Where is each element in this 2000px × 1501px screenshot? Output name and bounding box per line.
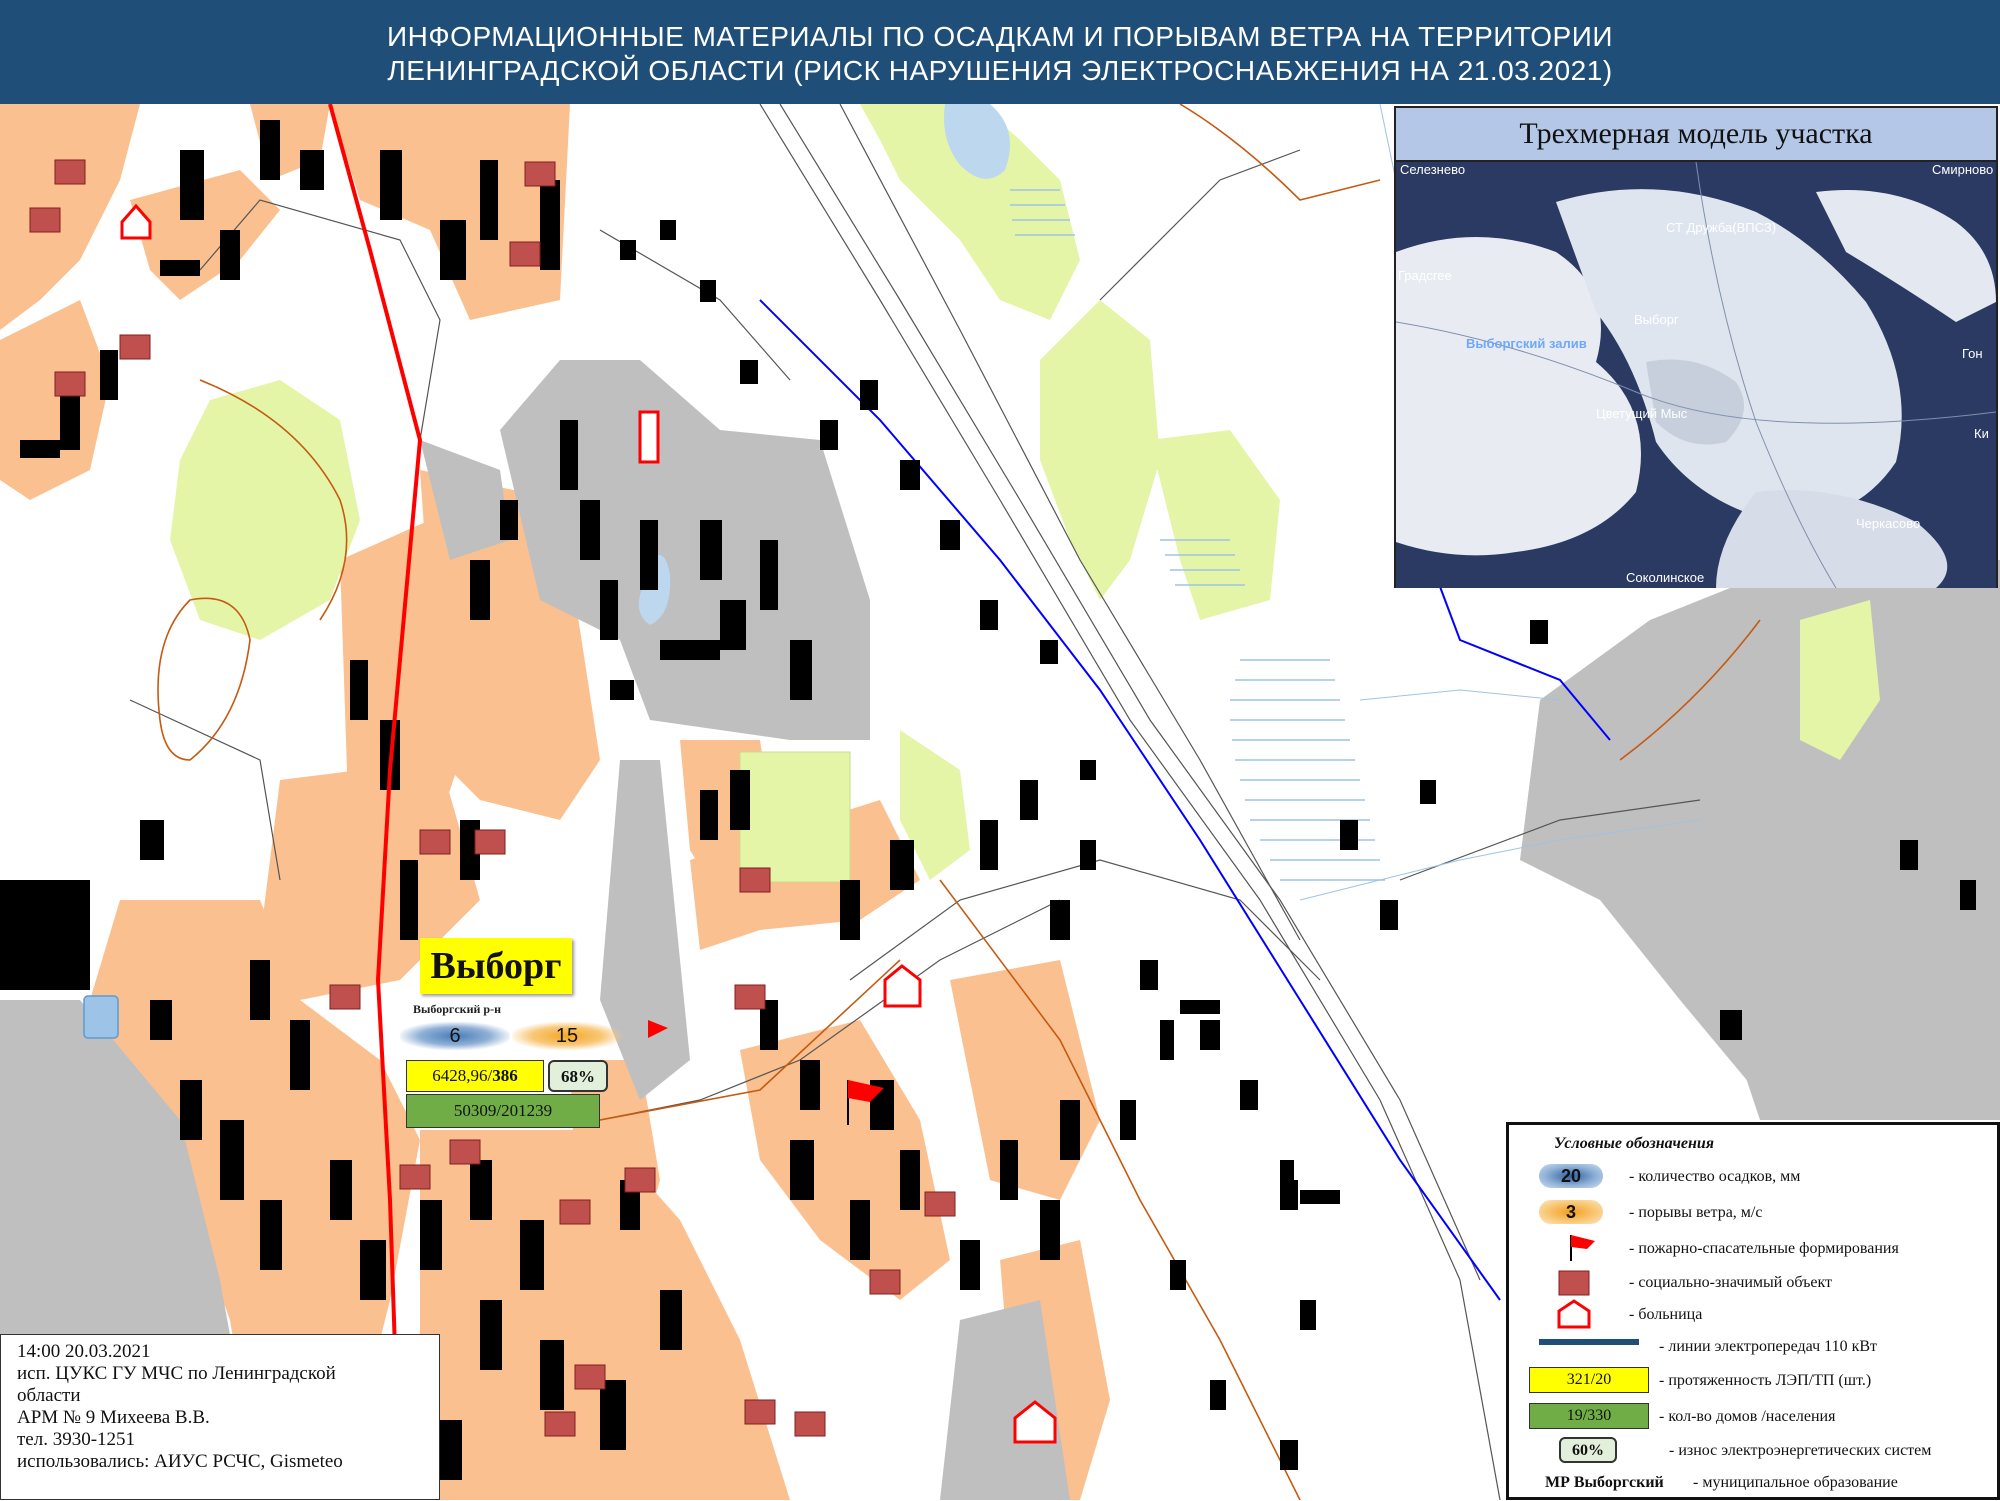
legend-lep-text: - протяженность ЛЭП/ТП (шт.) <box>1659 1372 1872 1389</box>
powerline-length-box: 6428,96/386 <box>406 1060 544 1092</box>
legend-hospital-text: - больница <box>1629 1306 1703 1323</box>
stamp-sources: использовались: АИУС РСЧС, Gismeteo <box>17 1451 343 1472</box>
legend-row-precipitation: 20 - количество осадков, мм <box>1509 1161 2000 1195</box>
inset-place-bay: Выборгский залив <box>1466 336 1587 351</box>
city-name-label[interactable]: Выборг <box>420 938 572 994</box>
legend-row-wear: 60% - износ электроэнергетических систем <box>1509 1435 2000 1469</box>
inset-place-ki: Ки <box>1974 426 1989 441</box>
legend-powerline-text: - линии электропередач 110 кВт <box>1659 1338 1878 1355</box>
district-name: Выборгский р-н <box>413 1002 501 1016</box>
inset-caption: Трехмерная модель участка <box>1396 108 1996 162</box>
legend-precip-sample: 20 <box>1539 1164 1603 1188</box>
hospital-icon <box>1557 1299 1591 1329</box>
inset-place-gon: Гон <box>1962 346 1983 361</box>
map-legend: Условные обозначения 20 - количество оса… <box>1506 1122 2000 1500</box>
legend-social-text: - социально-значимый объект <box>1629 1274 1833 1291</box>
legend-row-hospital: - больница <box>1509 1299 2000 1333</box>
inset-satellite-image: Селезнево Смирново СТ Дружба(ВПСЗ) Градс… <box>1396 162 1996 588</box>
legend-wear-text: - износ электроэнергетических систем <box>1669 1442 1932 1459</box>
stamp-executor-2: области <box>17 1385 81 1406</box>
map-title-line-1: ИНФОРМАЦИОННЫЕ МАТЕРИАЛЫ ПО ОСАДКАМ И ПО… <box>387 21 1613 52</box>
legend-title: Условные обозначения <box>1554 1135 1714 1152</box>
info-stamp: 14:00 20.03.2021 исп. ЦУКС ГУ МЧС по Лен… <box>0 1334 440 1500</box>
tp-count-value: 386 <box>492 1066 518 1085</box>
flag-icon <box>1570 1235 1595 1261</box>
stamp-executor-1: исп. ЦУКС ГУ МЧС по Ленинградской <box>17 1363 336 1384</box>
inset-3d-model: Трехмерная модель участка Селезнево Смир… <box>1394 106 1998 588</box>
legend-row-houses: 19/330 - кол-во домов /населения <box>1509 1401 2000 1435</box>
legend-row-lep: 321/20 - протяженность ЛЭП/ТП (шт.) <box>1509 1365 2000 1399</box>
stamp-workstation: АРМ № 9 Михеева В.В. <box>17 1407 210 1428</box>
legend-mo-sample: МР Выборгский <box>1545 1474 1664 1491</box>
district-indicators: Выборгский р-н 6 15 <box>372 998 632 1054</box>
precipitation-badge: 6 <box>400 1022 510 1050</box>
social-building-icon <box>1558 1270 1590 1296</box>
legend-row-mo: МР Выборгский - муниципальное образовани… <box>1509 1467 2000 1501</box>
legend-gust-sample: 3 <box>1539 1200 1603 1224</box>
stamp-phone: тел. 3930-1251 <box>17 1429 136 1450</box>
legend-wear-sample: 60% <box>1559 1437 1617 1463</box>
legend-precip-text: - количество осадков, мм <box>1629 1168 1801 1185</box>
legend-mo-text: - муниципальное образование <box>1693 1474 1898 1491</box>
inset-place-gradsgee: Градсгее <box>1398 268 1452 283</box>
legend-row-fire: - пожарно-спасательные формирования <box>1509 1233 2000 1267</box>
inset-place-smirnovo: Смирново <box>1932 162 1993 177</box>
houses-population-box: 50309/201239 <box>406 1094 600 1128</box>
legend-row-social: - социально-значимый объект <box>1509 1267 2000 1301</box>
inset-place-st-druzhba: СТ Дружба(ВПСЗ) <box>1666 220 1776 235</box>
legend-gust-text: - порывы ветра, м/с <box>1629 1204 1763 1221</box>
inset-place-sokolinskoe: Соколинское <box>1626 570 1704 585</box>
legend-houses-sample: 19/330 <box>1529 1403 1649 1429</box>
inset-place-selezn: Селезнево <box>1400 162 1465 177</box>
lep-length-value: 6428,96 <box>432 1066 488 1085</box>
inset-place-vyborg: Выборг <box>1634 312 1679 327</box>
inset-place-tsvetushchiy: Цветущий Мыс <box>1596 406 1688 421</box>
legend-row-gust: 3 - порывы ветра, м/с <box>1509 1197 2000 1231</box>
map-title-banner: ИНФОРМАЦИОННЫЕ МАТЕРИАЛЫ ПО ОСАДКАМ И ПО… <box>0 0 2000 104</box>
industrial-plant-icon <box>83 995 119 1039</box>
legend-houses-text: - кол-во домов /населения <box>1659 1408 1836 1425</box>
wind-gust-badge: 15 <box>512 1022 622 1050</box>
map-title-line-2: ЛЕНИНГРАДСКОЙ ОБЛАСТИ (РИСК НАРУШЕНИЯ ЭЛ… <box>387 55 1613 86</box>
legend-fire-text: - пожарно-спасательные формирования <box>1629 1240 1899 1257</box>
inset-place-cherkasovo: Черкасово <box>1856 516 1920 531</box>
legend-lep-sample: 321/20 <box>1529 1367 1649 1393</box>
powerline-icon <box>1539 1339 1639 1345</box>
wear-percent-box: 68% <box>548 1060 608 1092</box>
stamp-datetime: 14:00 20.03.2021 <box>17 1341 151 1362</box>
legend-row-powerline: - линии электропередач 110 кВт <box>1509 1331 2000 1365</box>
